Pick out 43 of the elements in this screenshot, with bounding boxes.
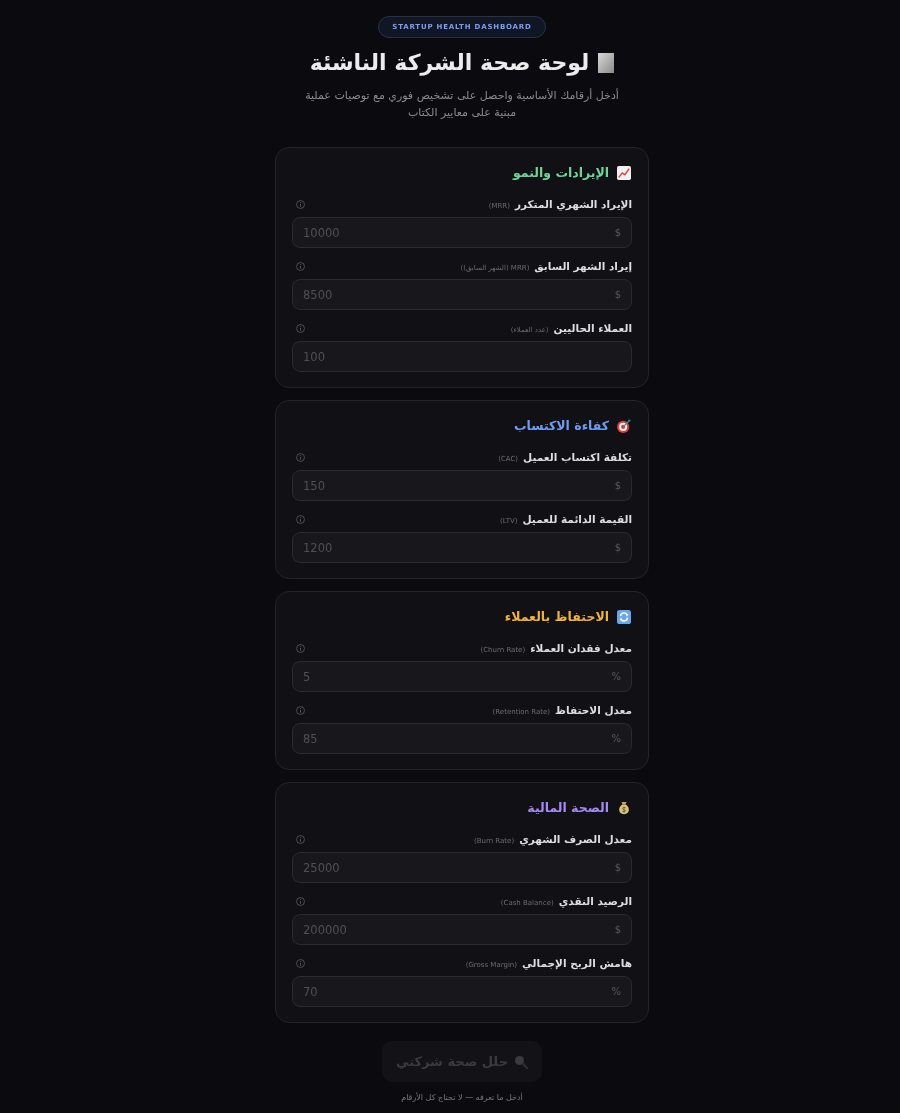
unit-label: $ bbox=[614, 479, 621, 492]
field-label: تكلفة اكتساب العميل bbox=[523, 450, 632, 464]
info-icon[interactable] bbox=[296, 958, 305, 968]
field-label: العملاء الحاليين bbox=[553, 321, 632, 335]
field-label: معدل الاحتفاظ bbox=[555, 703, 632, 717]
info-icon[interactable] bbox=[296, 514, 305, 524]
section-title: الإيرادات والنمو bbox=[512, 164, 609, 182]
info-icon[interactable] bbox=[296, 896, 305, 906]
refresh-icon bbox=[617, 610, 631, 624]
field-label: معدل فقدان العملاء bbox=[530, 641, 632, 655]
chart-icon bbox=[617, 166, 631, 180]
info-icon[interactable] bbox=[296, 452, 305, 462]
info-icon[interactable] bbox=[296, 643, 305, 653]
unit-label: $ bbox=[614, 541, 621, 554]
input-field[interactable]: 100 bbox=[292, 341, 632, 372]
section-title: الصحة المالية bbox=[527, 799, 609, 817]
footnote-text: أدخل ما تعرفه — لا تحتاج كل الأرقام bbox=[401, 1092, 523, 1104]
unit-label: % bbox=[611, 670, 621, 683]
unit-label: $ bbox=[614, 288, 621, 301]
info-icon[interactable] bbox=[296, 323, 305, 333]
search-icon bbox=[514, 1054, 529, 1069]
page-subtitle: أدخل أرقامك الأساسية واحصل على تشخيص فوري مع توصيات عملية مبنية على معايير الكتاب bbox=[304, 87, 620, 121]
field-label: إيراد الشهر السابق bbox=[534, 259, 632, 273]
field-label: الإيراد الشهري المتكرر bbox=[514, 197, 632, 211]
field-label: القيمة الدائمة للعميل bbox=[522, 512, 632, 526]
unit-label: % bbox=[611, 732, 621, 745]
field-label: هامش الربح الإجمالي bbox=[522, 956, 632, 970]
unit-label: $ bbox=[614, 923, 621, 936]
money-bag-icon bbox=[617, 801, 631, 815]
info-icon[interactable] bbox=[296, 705, 305, 715]
unit-label: $ bbox=[614, 861, 621, 874]
info-icon[interactable] bbox=[296, 199, 305, 209]
info-icon[interactable] bbox=[296, 261, 305, 271]
square-icon bbox=[598, 53, 615, 73]
field-label: الرصيد النقدي bbox=[558, 894, 632, 908]
field-label: معدل الصرف الشهري bbox=[519, 832, 632, 846]
unit-label: % bbox=[611, 985, 621, 998]
unit-label: $ bbox=[614, 226, 621, 239]
section-title: الاحتفاظ بالعملاء bbox=[504, 608, 609, 626]
info-icon[interactable] bbox=[296, 834, 305, 844]
page-title: لوحة صحة الشركة الناشئة bbox=[309, 50, 590, 76]
target-icon bbox=[617, 419, 631, 433]
section-title: كفاءة الاكتساب bbox=[513, 417, 609, 435]
